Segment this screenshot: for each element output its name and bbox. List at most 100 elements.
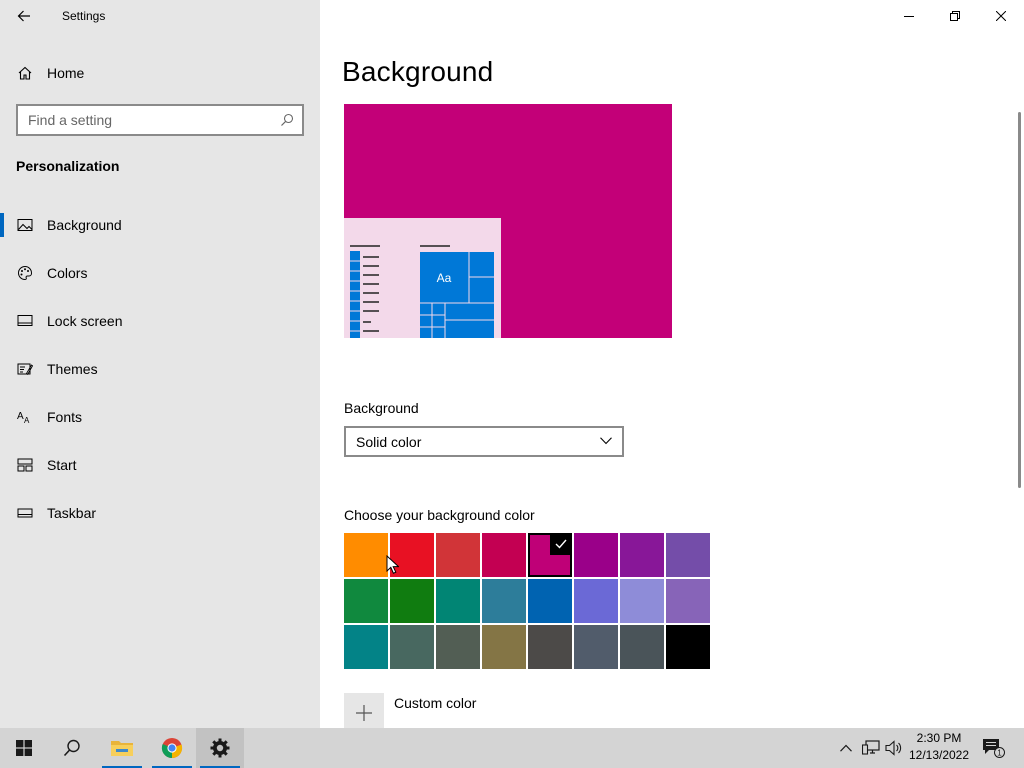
sidebar-item-fonts[interactable]: AA Fonts [0,397,320,437]
color-swatch[interactable] [344,533,388,577]
color-swatch[interactable] [620,533,664,577]
color-swatch[interactable] [436,625,480,669]
settings-taskbar-button[interactable] [196,728,244,768]
preview-tile-text: Aa [437,271,452,285]
color-swatch[interactable] [528,579,572,623]
action-center-button[interactable]: 1 [980,728,1006,768]
color-swatch[interactable] [482,533,526,577]
sidebar-item-label: Colors [47,265,88,281]
custom-color-button[interactable] [344,693,384,733]
show-hidden-icons-button[interactable] [836,728,856,768]
chrome-icon [161,738,183,759]
file-explorer-button[interactable] [98,728,146,768]
background-dropdown-value: Solid color [356,434,422,450]
svg-text:A: A [17,411,24,422]
lock-screen-icon [17,315,33,326]
sidebar-item-colors[interactable]: Colors [0,253,320,293]
palette-icon [18,265,33,281]
sidebar-item-label: Start [47,457,77,473]
color-swatch[interactable] [574,533,618,577]
plus-icon [356,705,372,721]
picture-icon [17,219,33,231]
color-swatch[interactable] [390,579,434,623]
color-swatch[interactable] [620,625,664,669]
sidebar-item-themes[interactable]: Themes [0,349,320,389]
sidebar-item-label: Taskbar [47,505,97,521]
color-swatch[interactable] [574,579,618,623]
start-button[interactable] [0,728,48,768]
minimize-icon [904,16,914,17]
background-label: Background [344,400,419,416]
color-swatch[interactable] [344,579,388,623]
restore-icon [950,11,960,21]
checkmark-icon [550,533,572,555]
color-swatch[interactable] [528,625,572,669]
color-swatch[interactable] [620,579,664,623]
color-swatch[interactable] [574,625,618,669]
close-icon [996,11,1006,21]
preview-start-menu: Aa [344,218,501,338]
background-preview: Aa [344,104,672,338]
notification-count: 1 [997,749,1002,758]
search-input[interactable] [18,106,268,134]
network-icon [862,740,880,755]
background-dropdown[interactable]: Solid color [344,426,624,457]
network-button[interactable] [860,728,882,768]
color-swatch[interactable] [436,579,480,623]
taskbar-search-button[interactable] [48,728,96,768]
home-nav-item[interactable]: Home [0,58,320,88]
color-swatch[interactable] [666,533,710,577]
color-swatch[interactable] [666,579,710,623]
back-arrow-icon [17,10,30,22]
sidebar-item-label: Lock screen [47,313,123,329]
fonts-icon: AA [17,411,30,425]
color-swatch[interactable] [436,533,480,577]
back-button[interactable] [10,4,38,28]
sidebar-item-label: Themes [47,361,98,377]
title-bar: Settings [0,0,320,32]
gear-icon [210,738,230,758]
taskbar-icon [17,508,33,518]
search-icon [63,739,80,757]
volume-button[interactable] [884,728,904,768]
taskbar: 2:30 PM 12/13/2022 1 [0,728,1024,768]
chevron-up-icon [840,744,852,752]
close-button[interactable] [978,0,1024,32]
color-swatch[interactable] [344,625,388,669]
windows-logo-icon [16,740,32,756]
chrome-button[interactable] [148,728,196,768]
chevron-down-icon [600,437,612,445]
speaker-icon [885,740,902,756]
minimize-button[interactable] [886,0,932,32]
start-icon [17,458,33,472]
search-icon[interactable] [280,113,294,127]
clock-time: 2:30 PM [916,731,962,745]
app-title: Settings [62,9,106,23]
sidebar-item-label: Background [47,217,122,233]
svg-text:A: A [24,416,30,425]
color-swatch[interactable] [482,625,526,669]
color-swatch[interactable] [390,625,434,669]
home-icon [18,66,32,80]
custom-color-label[interactable]: Custom color [394,695,476,711]
choose-color-label: Choose your background color [344,507,535,523]
section-heading: Personalization [16,158,120,174]
sidebar-item-lock-screen[interactable]: Lock screen [0,301,320,341]
color-swatch[interactable] [482,579,526,623]
notification-icon: 1 [983,739,1005,758]
sidebar-item-label: Fonts [47,409,83,425]
mouse-cursor-icon [386,555,399,574]
clock[interactable]: 2:30 PM 12/13/2022 [902,730,976,766]
sidebar: Settings Home Personalization Background… [0,0,320,728]
sidebar-item-start[interactable]: Start [0,445,320,485]
clock-date: 12/13/2022 [908,748,970,762]
color-swatch[interactable] [666,625,710,669]
search-box[interactable] [16,104,304,136]
color-swatch[interactable] [528,533,572,577]
sidebar-item-background[interactable]: Background [0,205,320,245]
scrollbar[interactable] [1018,112,1021,488]
page-title: Background [342,56,494,87]
sidebar-item-taskbar[interactable]: Taskbar [0,493,320,533]
preview-start-graphic: Aa [350,245,494,338]
restore-button[interactable] [932,0,978,32]
